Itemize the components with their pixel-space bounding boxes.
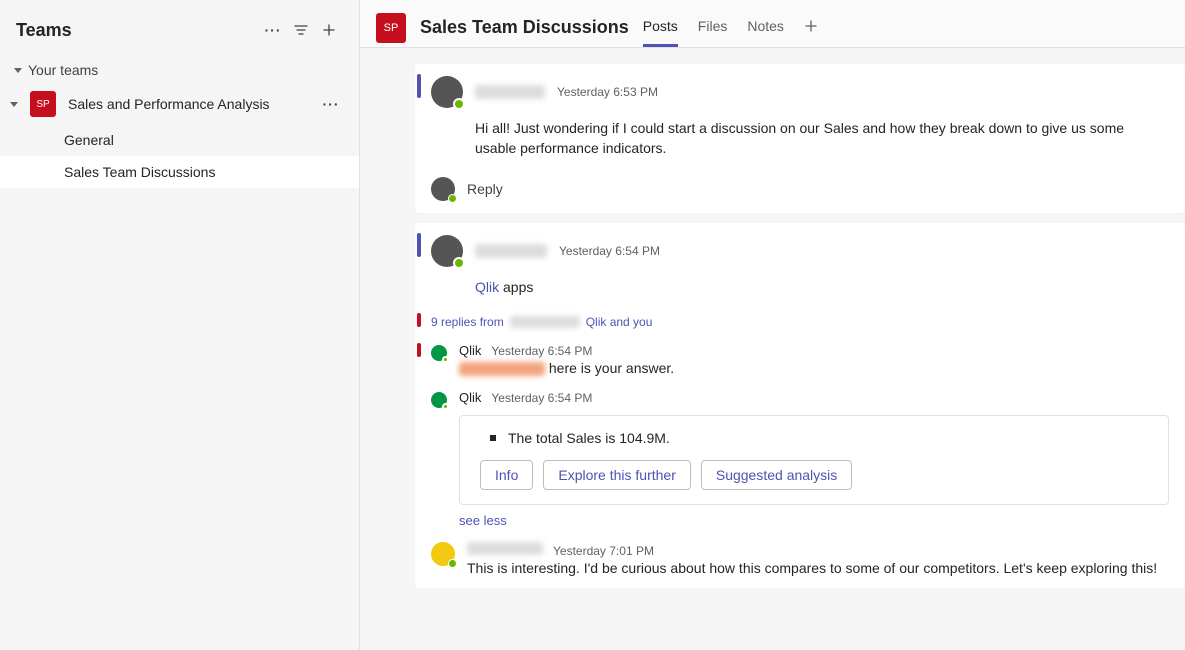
presence-available-icon xyxy=(453,98,465,110)
see-less-toggle[interactable]: see less xyxy=(459,513,507,528)
tab-notes[interactable]: Notes xyxy=(747,6,784,47)
post: Yesterday 6:53 PM Hi all! Just wondering… xyxy=(415,64,1185,213)
channel-avatar: SP xyxy=(376,13,406,43)
teams-sidebar: Teams ··· Your teams SP Sales and Perfor… xyxy=(0,0,360,650)
reply-header: Qlik Yesterday 6:54 PM xyxy=(459,343,1169,358)
thread: 9 replies from Qlik and you Qlik Yesterd… xyxy=(431,315,1169,576)
channel-title: Sales Team Discussions xyxy=(420,17,629,38)
reply-text: This is interesting. I'd be curious abou… xyxy=(467,560,1169,576)
explore-further-button[interactable]: Explore this further xyxy=(543,460,691,490)
post-timestamp: Yesterday 6:54 PM xyxy=(559,244,660,258)
caret-icon xyxy=(14,68,22,73)
self-avatar xyxy=(431,177,455,201)
post-body: Qlik apps xyxy=(475,277,1169,297)
channel-main: SP Sales Team Discussions Posts Files No… xyxy=(360,0,1185,650)
presence-available-icon xyxy=(453,257,465,269)
reply-button[interactable]: Reply xyxy=(431,177,1169,201)
presence-available-icon xyxy=(448,559,457,568)
qlik-avatar[interactable] xyxy=(431,345,447,361)
reply-timestamp: Yesterday 6:54 PM xyxy=(491,344,592,358)
your-teams-section[interactable]: Your teams xyxy=(0,56,359,84)
presence-available-icon xyxy=(448,194,457,203)
post-header: Yesterday 6:54 PM xyxy=(431,235,1169,267)
team-more-icon[interactable]: ··· xyxy=(317,90,345,118)
team-row[interactable]: SP Sales and Performance Analysis ··· xyxy=(0,84,359,124)
thread-reply: Qlik Yesterday 6:54 PM The total Sales i… xyxy=(431,390,1169,528)
user-name-redacted xyxy=(475,85,545,99)
reply-timestamp: Yesterday 7:01 PM xyxy=(553,544,654,558)
reply-author: Qlik xyxy=(459,343,481,358)
your-teams-label: Your teams xyxy=(28,62,98,78)
tab-files[interactable]: Files xyxy=(698,6,728,47)
answer-bullet: The total Sales is 104.9M. xyxy=(490,430,1148,446)
reply-label: Reply xyxy=(467,181,503,197)
post: Yesterday 6:54 PM Qlik apps 9 replies fr… xyxy=(415,223,1185,589)
qlik-avatar[interactable] xyxy=(431,392,447,408)
channel-header: SP Sales Team Discussions Posts Files No… xyxy=(360,0,1185,48)
info-button[interactable]: Info xyxy=(480,460,533,490)
user-avatar[interactable] xyxy=(431,235,463,267)
presence-available-icon xyxy=(442,356,449,363)
qlik-link[interactable]: Qlik xyxy=(475,279,499,295)
more-teams-options[interactable]: ··· xyxy=(259,16,287,44)
reply-header: Yesterday 7:01 PM xyxy=(467,542,1169,558)
sidebar-header: Teams ··· xyxy=(0,0,359,56)
reply-text: here is your answer. xyxy=(459,360,1169,376)
presence-available-icon xyxy=(442,403,449,410)
thread-reply: Yesterday 7:01 PM This is interesting. I… xyxy=(431,542,1169,576)
channel-general[interactable]: General xyxy=(0,124,359,156)
user-name-redacted xyxy=(475,244,547,258)
post-header: Yesterday 6:53 PM xyxy=(431,76,1169,108)
add-tab-icon[interactable] xyxy=(804,19,818,36)
thread-reply: Qlik Yesterday 6:54 PM here is your answ… xyxy=(431,343,1169,376)
user-name-redacted xyxy=(467,542,543,555)
filter-icon[interactable] xyxy=(287,16,315,44)
reply-timestamp: Yesterday 6:54 PM xyxy=(491,391,592,405)
team-avatar: SP xyxy=(30,91,56,117)
team-name: Sales and Performance Analysis xyxy=(68,96,305,112)
bullet-icon xyxy=(490,435,496,441)
user-avatar[interactable] xyxy=(431,542,455,566)
sidebar-title: Teams xyxy=(16,20,259,41)
reply-author: Qlik xyxy=(459,390,481,405)
user-mention-redacted xyxy=(459,362,545,376)
channel-sales-team-discussions[interactable]: Sales Team Discussions xyxy=(0,156,359,188)
thread-summary[interactable]: 9 replies from Qlik and you xyxy=(431,315,1169,329)
suggested-analysis-button[interactable]: Suggested analysis xyxy=(701,460,852,490)
reply-header: Qlik Yesterday 6:54 PM xyxy=(459,390,1169,405)
channel-tabs: Posts Files Notes xyxy=(643,8,818,47)
card-actions: Info Explore this further Suggested anal… xyxy=(480,460,1148,490)
tab-posts[interactable]: Posts xyxy=(643,6,678,47)
user-name-redacted xyxy=(510,316,580,328)
caret-icon xyxy=(10,102,18,107)
post-body: Hi all! Just wondering if I could start … xyxy=(475,118,1169,159)
posts-feed: Yesterday 6:53 PM Hi all! Just wondering… xyxy=(360,48,1185,650)
post-timestamp: Yesterday 6:53 PM xyxy=(557,85,658,99)
user-avatar[interactable] xyxy=(431,76,463,108)
answer-card: The total Sales is 104.9M. Info Explore … xyxy=(459,415,1169,505)
add-team-icon[interactable] xyxy=(315,16,343,44)
